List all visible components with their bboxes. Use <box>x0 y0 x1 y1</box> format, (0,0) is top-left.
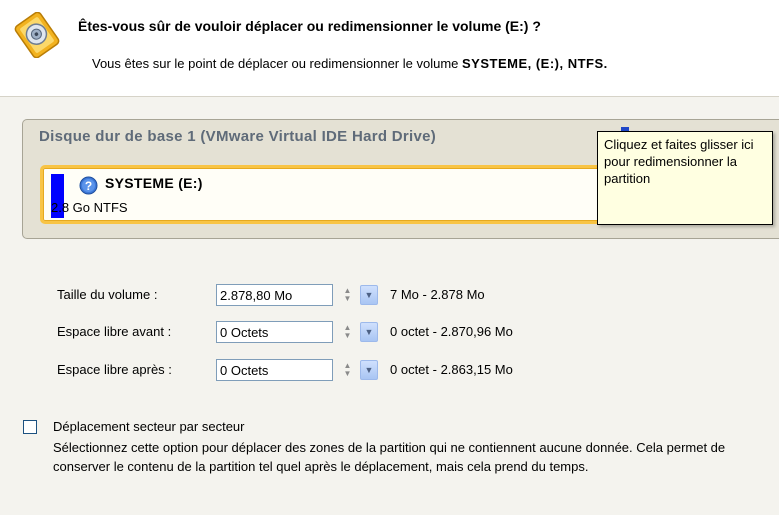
svg-text:?: ? <box>85 179 92 193</box>
spin-down-icon: ▼ <box>343 294 352 303</box>
free-after-input[interactable]: 0 Octets <box>216 359 333 381</box>
help-icon: ? <box>79 176 98 195</box>
volume-size-dropdown[interactable]: ▼ <box>360 285 378 305</box>
free-before-label: Espace libre avant : <box>57 324 172 339</box>
volume-size-input[interactable]: 2.878,80 Mo <box>216 284 333 306</box>
dialog-title: Êtes-vous sûr de vouloir déplacer ou red… <box>78 18 541 34</box>
sector-by-sector-description: Sélectionnez cette option pour déplacer … <box>53 440 726 474</box>
free-before-spinner[interactable]: ▲ ▼ <box>339 322 356 342</box>
sector-by-sector-checkbox[interactable] <box>23 420 37 434</box>
volume-size-label: Taille du volume : <box>57 287 158 302</box>
free-before-range: 0 octet - 2.870,96 Mo <box>390 324 513 339</box>
dialog-subtitle: Vous êtes sur le point de déplacer ou re… <box>92 56 608 71</box>
volume-size-row: Taille du volume : 2.878,80 Mo ▲ ▼ ▼ 7 Mo… <box>57 284 677 306</box>
free-before-row: Espace libre avant : 0 Octets ▲ ▼ ▼ 0 oct… <box>57 321 677 343</box>
dialog-header: Êtes-vous sûr de vouloir déplacer ou red… <box>0 0 779 96</box>
sector-by-sector-label[interactable]: Déplacement secteur par secteur <box>53 419 244 434</box>
chevron-down-icon: ▼ <box>364 290 374 300</box>
partition-name: SYSTEME (E:) <box>105 175 203 191</box>
partition-size: 2.8 Go NTFS <box>51 200 128 215</box>
resize-tooltip: Cliquez et faites glisser ici pour redim… <box>597 131 773 225</box>
free-before-dropdown[interactable]: ▼ <box>360 322 378 342</box>
spin-down-icon: ▼ <box>343 331 352 340</box>
volume-size-range: 7 Mo - 2.878 Mo <box>390 287 485 302</box>
disk-title: Disque dur de base 1 (VMware Virtual IDE… <box>39 128 437 145</box>
volume-size-spinner[interactable]: ▲ ▼ <box>339 285 356 305</box>
subtitle-text: Vous êtes sur le point de déplacer ou re… <box>92 56 462 71</box>
chevron-down-icon: ▼ <box>364 327 374 337</box>
chevron-down-icon: ▼ <box>364 365 374 375</box>
free-after-range: 0 octet - 2.863,15 Mo <box>390 362 513 377</box>
free-before-input[interactable]: 0 Octets <box>216 321 333 343</box>
free-after-row: Espace libre après : 0 Octets ▲ ▼ ▼ 0 oct… <box>57 359 677 381</box>
free-after-label: Espace libre après : <box>57 362 172 377</box>
spin-down-icon: ▼ <box>343 369 352 378</box>
free-after-dropdown[interactable]: ▼ <box>360 360 378 380</box>
subtitle-volume: SYSTEME, (E:), NTFS. <box>462 56 608 71</box>
disk-warning-icon <box>14 12 60 58</box>
free-after-spinner[interactable]: ▲ ▼ <box>339 360 356 380</box>
